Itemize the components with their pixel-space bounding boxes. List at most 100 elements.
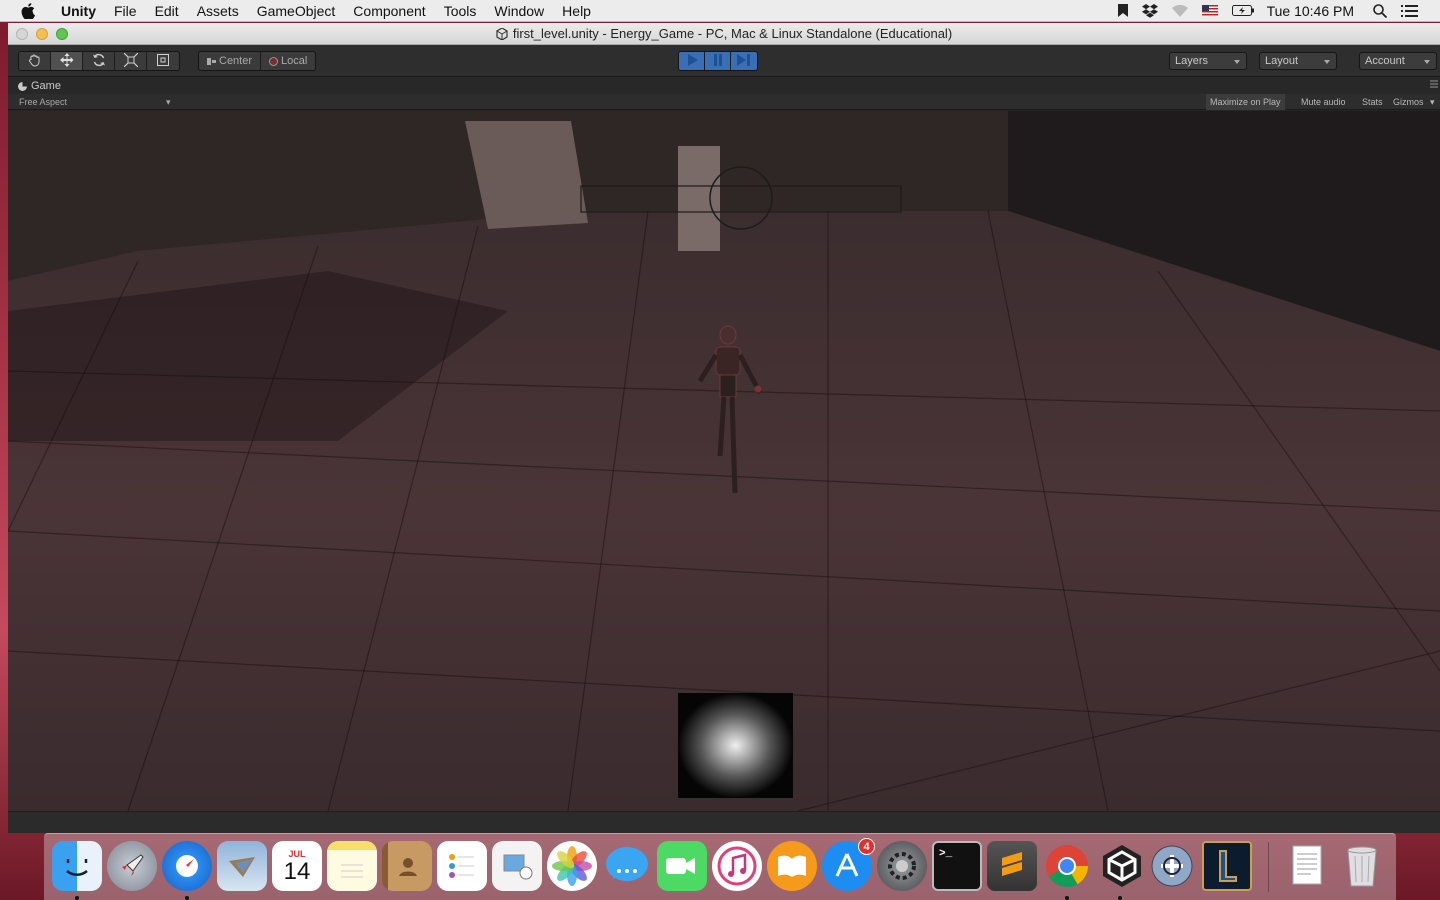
trash-icon[interactable] xyxy=(1337,841,1387,891)
step-button[interactable] xyxy=(731,52,757,70)
pivot-center-label: Center xyxy=(219,55,253,67)
local-pivot-icon xyxy=(269,56,278,66)
launchpad-icon[interactable] xyxy=(107,841,157,891)
unity-app-icon[interactable] xyxy=(1097,841,1147,891)
app-store-badge: 4 xyxy=(858,838,875,855)
unity-window: first_level.unity - Energy_Game - PC, Ma… xyxy=(8,23,1440,833)
game-tab-icon xyxy=(18,81,27,91)
hand-tool-button[interactable] xyxy=(19,52,51,70)
dock: JUL 14 4 >_ xyxy=(44,833,1396,900)
scale-tool-button[interactable] xyxy=(115,52,147,70)
terminal-prompt: >_ xyxy=(939,848,953,860)
zoom-window-button[interactable] xyxy=(56,28,68,40)
game-panel: Game Free Aspect ▾ Maximize on Play Mute… xyxy=(8,78,1440,833)
dropbox-icon[interactable] xyxy=(1135,3,1165,18)
reminders-icon[interactable] xyxy=(437,841,487,891)
game-tab-label: Game xyxy=(31,80,61,92)
pivot-toggle-group: Center Local xyxy=(198,51,317,71)
aspect-dropdown-caret-icon: ▾ xyxy=(166,97,171,107)
layout-dropdown[interactable]: Layout xyxy=(1259,52,1337,70)
calendar-icon[interactable]: JUL 14 xyxy=(272,841,322,891)
finder-icon[interactable] xyxy=(52,841,102,891)
rect-transform-icon xyxy=(156,53,170,70)
menu-assets[interactable]: Assets xyxy=(188,0,248,22)
eclipse-editor-icon[interactable] xyxy=(1147,841,1197,891)
apple-menu-icon[interactable] xyxy=(18,0,38,22)
bookmark-icon[interactable] xyxy=(1111,4,1135,17)
notification-center-icon[interactable] xyxy=(1394,4,1440,17)
facetime-icon[interactable] xyxy=(657,841,707,891)
menu-window[interactable]: Window xyxy=(485,0,553,22)
mail-icon[interactable] xyxy=(217,841,267,891)
aspect-dropdown[interactable]: Free Aspect xyxy=(19,97,67,107)
gizmos-toggle[interactable]: Gizmos xyxy=(1389,94,1428,110)
chrome-icon[interactable] xyxy=(1042,841,1092,891)
unity-toolbar: Center Local Layers Layout Account xyxy=(8,45,1440,77)
stats-toggle[interactable]: Stats xyxy=(1358,94,1387,110)
game-viewport[interactable] xyxy=(8,111,1440,811)
game-tab[interactable]: Game xyxy=(8,80,61,92)
account-dropdown[interactable]: Account xyxy=(1359,52,1437,70)
game-tab-bar: Game xyxy=(8,78,1440,94)
photos-icon[interactable] xyxy=(547,841,597,891)
panel-menu-icon[interactable] xyxy=(1430,80,1438,88)
pause-button[interactable] xyxy=(705,52,731,70)
move-tool-button[interactable] xyxy=(51,52,83,70)
menu-app-name[interactable]: Unity xyxy=(52,0,105,22)
notes-icon[interactable] xyxy=(327,841,377,891)
play-button[interactable] xyxy=(679,52,705,70)
preview-photos-icon[interactable] xyxy=(492,841,542,891)
finder-running-dot xyxy=(75,896,79,900)
unity-running-dot xyxy=(1118,896,1122,900)
league-of-legends-icon[interactable] xyxy=(1202,841,1252,891)
menu-bar: Unity File Edit Assets GameObject Compon… xyxy=(0,0,1440,22)
move-arrows-icon xyxy=(59,52,74,70)
pause-icon xyxy=(713,53,723,69)
status-bar xyxy=(8,811,1440,833)
terminal-icon[interactable]: >_ xyxy=(932,841,982,891)
menu-file[interactable]: File xyxy=(105,0,146,22)
spotlight-search-icon[interactable] xyxy=(1366,3,1394,18)
menu-tools[interactable]: Tools xyxy=(435,0,486,22)
light-orb-preview xyxy=(678,693,793,798)
rotate-tool-button[interactable] xyxy=(83,52,115,70)
menu-edit[interactable]: Edit xyxy=(146,0,188,22)
safari-icon[interactable] xyxy=(162,841,212,891)
unity-doc-icon xyxy=(496,27,508,40)
layers-dropdown[interactable]: Layers xyxy=(1169,52,1247,70)
documents-stack-icon[interactable] xyxy=(1282,841,1332,891)
ibooks-icon[interactable] xyxy=(767,841,817,891)
maximize-on-play-toggle[interactable]: Maximize on Play xyxy=(1206,94,1285,110)
menubar-clock[interactable]: Tue 10:46 PM xyxy=(1261,3,1366,19)
window-title: first_level.unity - Energy_Game - PC, Ma… xyxy=(512,26,953,41)
menu-component[interactable]: Component xyxy=(344,0,434,22)
menu-help[interactable]: Help xyxy=(553,0,600,22)
gizmos-dropdown-caret-icon[interactable]: ▾ xyxy=(1428,94,1437,110)
step-icon xyxy=(737,53,751,69)
playmode-controls xyxy=(678,51,758,71)
itunes-icon[interactable] xyxy=(712,841,762,891)
pivot-center-toggle[interactable]: Center xyxy=(199,52,262,70)
pivot-local-toggle[interactable]: Local xyxy=(261,52,315,70)
messages-icon[interactable] xyxy=(602,841,652,891)
window-titlebar[interactable]: first_level.unity - Energy_Game - PC, Ma… xyxy=(8,23,1440,45)
contacts-icon[interactable] xyxy=(382,841,432,891)
play-icon xyxy=(686,53,698,69)
app-store-icon[interactable]: 4 xyxy=(822,838,875,891)
us-flag-icon[interactable] xyxy=(1195,5,1225,16)
hand-icon xyxy=(28,53,42,70)
sublime-text-icon[interactable] xyxy=(987,841,1037,891)
rotate-icon xyxy=(92,53,106,70)
transform-tools xyxy=(18,51,180,71)
rect-tool-button[interactable] xyxy=(147,52,179,70)
menu-gameobject[interactable]: GameObject xyxy=(248,0,345,22)
game-options-bar: Free Aspect ▾ Maximize on Play Mute audi… xyxy=(8,94,1440,110)
system-preferences-icon[interactable] xyxy=(877,841,927,891)
mute-audio-toggle[interactable]: Mute audio xyxy=(1297,94,1350,110)
calendar-day: 14 xyxy=(283,858,311,885)
battery-icon[interactable] xyxy=(1225,5,1261,16)
pillar xyxy=(678,146,720,251)
wifi-icon[interactable] xyxy=(1165,4,1195,17)
minimize-window-button[interactable] xyxy=(36,28,48,40)
close-window-button[interactable] xyxy=(16,28,28,40)
